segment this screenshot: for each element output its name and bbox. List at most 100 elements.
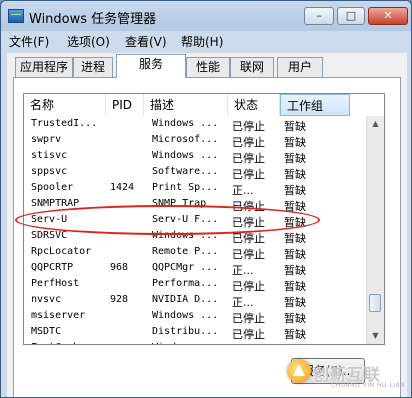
menu-file[interactable]: 文件(F): [9, 33, 49, 50]
service-group: 暂缺: [284, 280, 306, 293]
watermark-subtext: CHUANG XIN HU LIAN: [331, 382, 406, 389]
service-description: Software...: [152, 166, 219, 177]
service-group: 暂缺: [284, 168, 306, 181]
tab-processes[interactable]: 进程: [73, 57, 113, 77]
maximize-button[interactable]: □: [337, 7, 365, 25]
service-description: Windows ...: [152, 342, 224, 344]
service-row[interactable]: Serv-U Serv-U F... 已停止 暂缺: [24, 213, 362, 229]
service-row[interactable]: SDRSVC Windows ... 已停止 暂缺: [24, 229, 362, 245]
vertical-scrollbar[interactable]: ▲ ▼: [366, 116, 384, 344]
minimize-button[interactable]: –: [304, 7, 334, 25]
service-name: msiserver: [31, 310, 86, 321]
service-row[interactable]: nvsvc 928 NVIDIA D... 正... 暂缺: [24, 293, 362, 309]
service-status: 已停止: [232, 328, 265, 341]
service-name: FontCach: [31, 342, 105, 344]
service-name: QQPCRTP: [31, 262, 74, 273]
service-group: 暂缺: [284, 248, 306, 261]
service-pid: 1424: [110, 182, 135, 193]
tab-users[interactable]: 用户: [277, 57, 323, 77]
menu-options[interactable]: 选项(O): [67, 33, 110, 50]
service-group: 暂缺: [284, 152, 306, 165]
service-row[interactable]: Spooler 1424 Print Sp... 正... 暂缺: [24, 181, 362, 197]
service-row[interactable]: RpcLocator Remote P... 已停止 暂缺: [24, 245, 362, 261]
task-manager-window: Windows 任务管理器 – □ ✕ 文件(F) 选项(O) 查看(V) 帮助…: [0, 0, 412, 398]
service-row[interactable]: FontCach Windows ... 已停止暂缺: [24, 341, 362, 344]
service-name: SNMPTRAP: [31, 198, 80, 209]
service-name: nvsvc: [31, 294, 62, 305]
service-description: Windows ...: [152, 118, 219, 129]
column-header-description[interactable]: 描述: [144, 94, 228, 116]
service-status: 已停止: [232, 232, 265, 245]
service-pid: 968: [110, 262, 129, 273]
menu-help[interactable]: 帮助(H): [181, 33, 223, 50]
service-row[interactable]: SNMPTRAP SNMP Trap 已停止 暂缺: [24, 197, 362, 213]
service-name: Serv-U: [31, 214, 68, 225]
service-description: Serv-U F...: [152, 214, 219, 225]
service-row[interactable]: stisvc Windows ... 已停止 暂缺: [24, 149, 362, 165]
service-description: Performa...: [152, 278, 219, 289]
service-status: 已停止: [232, 200, 265, 213]
service-status: 已停止: [232, 216, 265, 229]
service-group: 暂缺: [284, 312, 306, 325]
service-name: sppsvc: [31, 166, 68, 177]
service-row[interactable]: swprv Microsof... 已停止 暂缺: [24, 133, 362, 149]
tab-applications[interactable]: 应用程序: [15, 57, 73, 77]
service-name: stisvc: [31, 150, 68, 161]
service-group: 暂缺: [284, 216, 306, 229]
close-button[interactable]: ✕: [368, 7, 408, 25]
service-name: RpcLocator: [31, 246, 92, 257]
window-title: Windows 任务管理器: [29, 12, 157, 27]
service-group: 暂缺: [284, 264, 306, 277]
service-description: SNMP Trap: [152, 198, 207, 209]
service-description: Remote P...: [152, 246, 219, 257]
service-status: 已停止: [232, 152, 265, 165]
service-group: 暂缺: [284, 232, 306, 245]
menu-bar: 文件(F) 选项(O) 查看(V) 帮助(H): [1, 31, 411, 51]
service-row[interactable]: MSDTC Distribu... 已停止 暂缺: [24, 325, 362, 341]
service-description: Microsof...: [152, 134, 219, 145]
service-status: 正...: [232, 184, 254, 197]
service-description: Print Sp...: [152, 182, 219, 193]
service-pid: 928: [110, 294, 129, 305]
service-description: Distribu...: [152, 326, 219, 337]
service-name: Spooler: [31, 182, 74, 193]
service-status: 已停止: [232, 248, 265, 261]
service-description: QQPCMgr ...: [152, 262, 219, 273]
service-group: 暂缺: [284, 200, 306, 213]
service-name: PerfHost: [31, 278, 80, 289]
service-name: TrustedI...: [31, 118, 98, 129]
scroll-up-arrow-icon[interactable]: ▲: [367, 116, 384, 132]
task-manager-icon: [8, 9, 24, 23]
service-description: NVIDIA D...: [152, 294, 219, 305]
service-description: Windows ...: [152, 230, 219, 241]
column-header-status[interactable]: 状态: [228, 94, 280, 116]
column-header-name[interactable]: 名称: [24, 94, 106, 116]
scroll-thumb[interactable]: [369, 294, 381, 312]
service-status: 已停止: [232, 136, 265, 149]
service-status: 正...: [232, 296, 254, 309]
service-status: 已停止: [232, 120, 265, 133]
title-bar[interactable]: Windows 任务管理器 – □ ✕: [1, 1, 411, 31]
column-header-pid[interactable]: PID: [106, 94, 144, 116]
service-status: 已停止: [232, 168, 265, 181]
service-description: Windows ...: [152, 310, 219, 321]
service-status: 已停止: [232, 312, 265, 325]
watermark-logo-icon: [287, 359, 311, 383]
service-status: 正...: [232, 264, 254, 277]
services-list[interactable]: 名称 PID 描述 状态 工作组 TrustedI... Windows ... 已…: [23, 93, 385, 345]
tab-performance[interactable]: 性能: [186, 57, 230, 77]
service-row[interactable]: QQPCRTP 968 QQPCMgr ... 正... 暂缺: [24, 261, 362, 277]
scroll-down-arrow-icon[interactable]: ▼: [367, 328, 384, 344]
service-group: 暂缺: [284, 296, 306, 309]
column-header-group[interactable]: 工作组: [280, 94, 350, 116]
service-name: SDRSVC: [31, 230, 68, 241]
service-row[interactable]: PerfHost Performa... 已停止 暂缺: [24, 277, 362, 293]
tab-services[interactable]: 服务: [116, 54, 186, 78]
service-row[interactable]: TrustedI... Windows ... 已停止 暂缺: [24, 117, 362, 133]
service-name: MSDTC: [31, 326, 62, 337]
service-group: 暂缺: [284, 328, 306, 341]
menu-view[interactable]: 查看(V): [125, 33, 167, 50]
tab-networking[interactable]: 联网: [230, 57, 274, 77]
service-row[interactable]: msiserver Windows ... 已停止 暂缺: [24, 309, 362, 325]
service-row[interactable]: sppsvc Software... 已停止 暂缺: [24, 165, 362, 181]
